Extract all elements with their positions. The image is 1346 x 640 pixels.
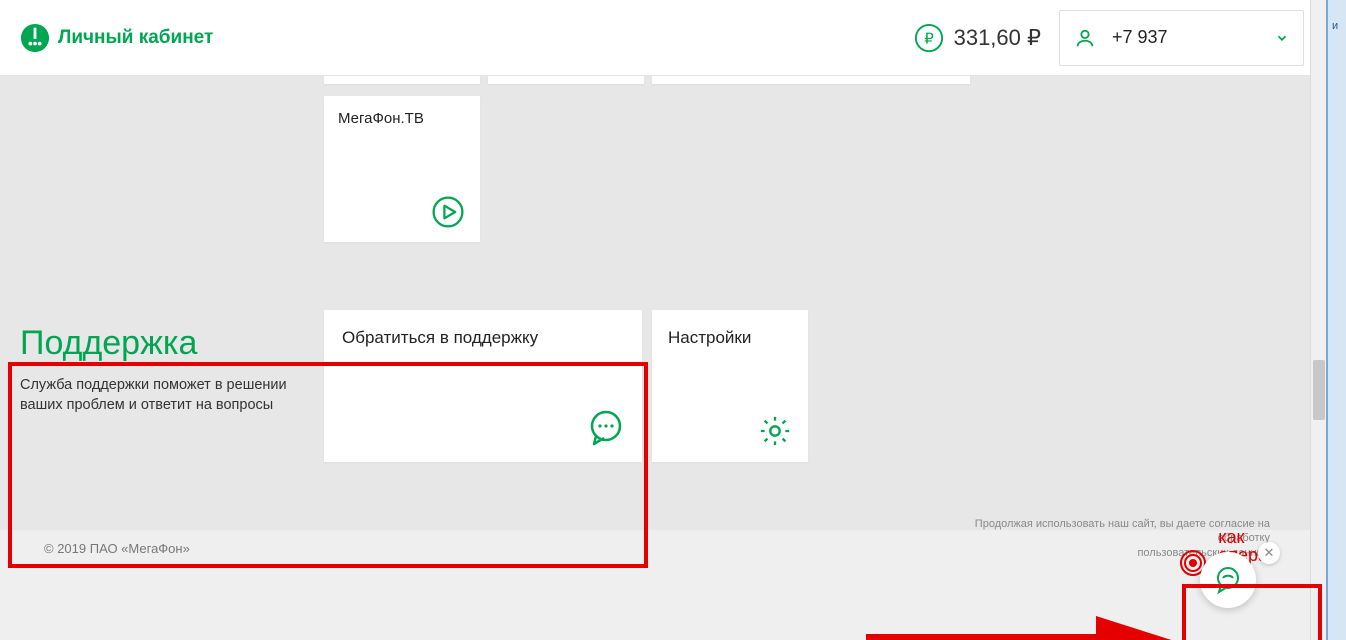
support-heading: Поддержка — [20, 324, 197, 363]
balance[interactable]: ₽ 331,60 ₽ — [914, 23, 1059, 53]
chat-widget[interactable]: ✕ — [1186, 530, 1268, 612]
chat-bubble-icon — [1213, 565, 1243, 595]
support-description: Служба поддержки поможет в решении ваших… — [20, 376, 310, 415]
browser-sidebar: и — [1326, 0, 1346, 640]
card-title: МегаФон.ТВ — [338, 110, 466, 127]
account-selector[interactable]: +7 937 — [1059, 10, 1304, 66]
ruble-icon: ₽ — [914, 23, 944, 53]
person-icon — [1074, 27, 1096, 49]
chat-icon — [586, 408, 626, 448]
close-icon: ✕ — [1264, 545, 1275, 561]
card-title: Настройки — [668, 328, 792, 348]
card-title: Обратиться в поддержку — [342, 328, 624, 348]
phone-number: +7 937 — [1112, 27, 1259, 48]
logo[interactable]: Личный кабинет — [0, 23, 213, 53]
card-stub — [488, 76, 644, 84]
page-scroll-area: Личный кабинет ₽ 331,60 ₽ +7 937 — [0, 0, 1326, 640]
footer: © 2019 ПАО «МегаФон» Продолжая использов… — [0, 530, 1310, 640]
svg-text:₽: ₽ — [924, 30, 934, 47]
balance-value: 331,60 ₽ — [954, 25, 1041, 51]
header: Личный кабинет ₽ 331,60 ₽ +7 937 — [0, 0, 1310, 76]
card-stub — [652, 76, 970, 84]
megafon-logo-icon — [20, 23, 50, 53]
chat-launcher[interactable] — [1200, 552, 1256, 608]
header-title: Личный кабинет — [58, 27, 213, 49]
gear-icon — [758, 414, 792, 448]
copyright: © 2019 ПАО «МегаФон» — [44, 541, 190, 556]
scrollbar-thumb[interactable] — [1313, 360, 1325, 420]
contact-support-card[interactable]: Обратиться в поддержку — [324, 310, 642, 462]
chat-close-button[interactable]: ✕ — [1258, 542, 1280, 564]
scrollbar[interactable] — [1310, 0, 1326, 640]
card-stub — [324, 76, 480, 84]
main-content: МегаФон.ТВ Поддержка Служба поддержки по… — [0, 76, 1310, 640]
chevron-down-icon — [1275, 31, 1289, 45]
settings-card[interactable]: Настройки — [652, 310, 808, 462]
megafon-tv-card[interactable]: МегаФон.ТВ — [324, 96, 480, 242]
